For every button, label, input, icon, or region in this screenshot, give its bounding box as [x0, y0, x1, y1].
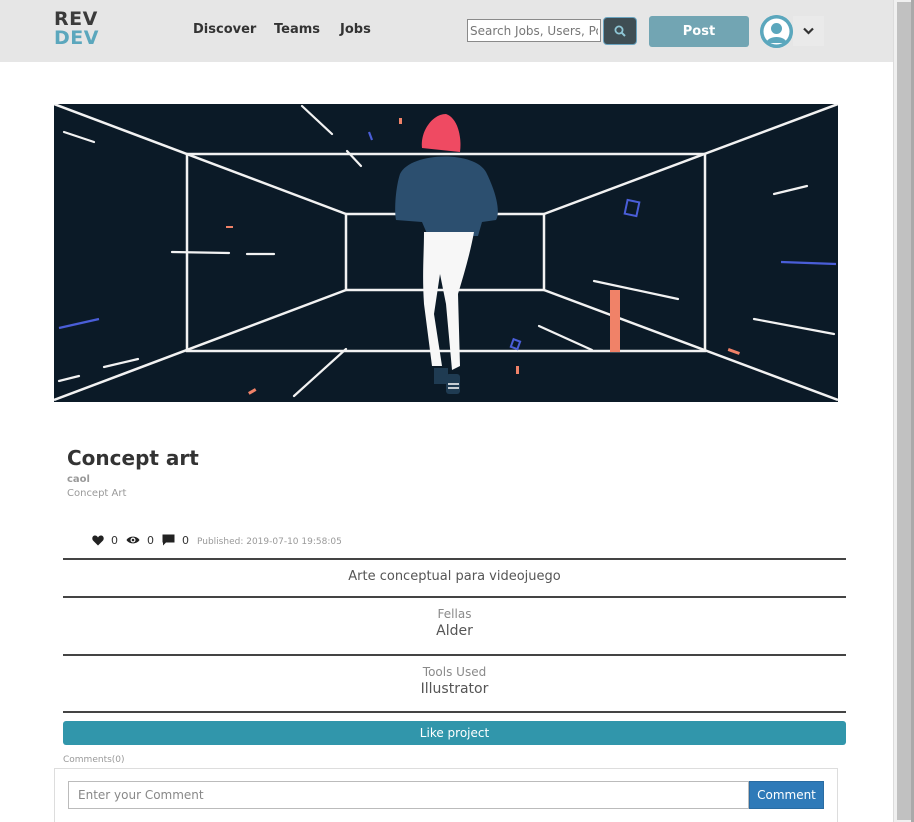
- project-category: Concept Art: [67, 488, 127, 499]
- nav-link-teams[interactable]: Teams: [274, 22, 320, 37]
- revdev-logo[interactable]: REV DEV: [54, 10, 99, 48]
- comment-submit-button[interactable]: Comment: [749, 781, 824, 809]
- divider: [63, 711, 846, 713]
- likes-count: 0: [111, 533, 118, 547]
- divider: [63, 596, 846, 598]
- divider: [63, 654, 846, 656]
- project-banner-image: [54, 104, 838, 402]
- scrollbar-thumb[interactable]: [897, 2, 911, 820]
- comments-heading: Comments(0): [63, 755, 125, 765]
- eye-icon: [126, 535, 140, 545]
- like-project-button[interactable]: Like project: [63, 721, 846, 745]
- user-menu-dropdown[interactable]: [793, 16, 824, 46]
- post-button[interactable]: Post: [649, 16, 749, 47]
- nav-link-discover[interactable]: Discover: [193, 22, 256, 37]
- heart-icon: [92, 535, 104, 546]
- avatar[interactable]: [760, 15, 793, 48]
- comment-icon: [162, 534, 175, 546]
- published-date: Published: 2019-07-10 19:58:05: [197, 537, 342, 547]
- comment-input[interactable]: [68, 781, 749, 809]
- views-count: 0: [147, 533, 154, 547]
- tools-section: Tools Used Illustrator: [63, 665, 846, 697]
- comments-count: 0: [182, 533, 189, 547]
- project-title: Concept art: [67, 446, 199, 470]
- fellas-section: Fellas Alder: [63, 607, 846, 639]
- divider: [63, 558, 846, 560]
- logo-dev-text: DEV: [54, 27, 99, 49]
- tools-value: Illustrator: [420, 681, 489, 697]
- fellas-label: Fellas: [437, 607, 472, 621]
- search-button[interactable]: [603, 17, 637, 45]
- fellas-value[interactable]: Alder: [63, 623, 846, 639]
- search-input[interactable]: [467, 19, 601, 42]
- nav-link-jobs[interactable]: Jobs: [340, 22, 371, 37]
- top-navbar: REV DEV Discover Teams Jobs Post: [0, 0, 893, 62]
- tools-label: Tools Used: [422, 665, 487, 679]
- project-author[interactable]: caol: [67, 474, 90, 485]
- corridor-illustration: [54, 104, 838, 402]
- project-description: Arte conceptual para videojuego: [348, 569, 561, 584]
- chevron-down-icon: [803, 27, 814, 35]
- project-stats: 0 0 0 Published: 2019-07-10 19:58:05: [92, 531, 342, 549]
- user-avatar-icon: [760, 15, 793, 48]
- search-icon: [614, 25, 626, 37]
